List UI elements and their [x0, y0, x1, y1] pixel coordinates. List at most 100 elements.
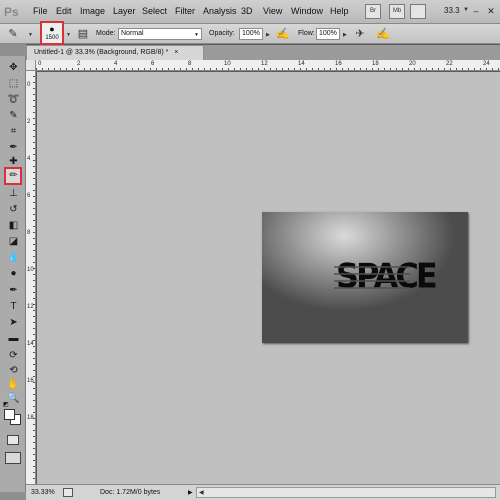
paint-bucket-tool-icon[interactable]: ◪ [5, 235, 22, 249]
ruler-tick-label: 14 [298, 61, 305, 67]
quick-mask-icon[interactable] [7, 435, 19, 445]
close-icon[interactable]: × [174, 49, 178, 56]
dodge-tool-icon[interactable]: ● [5, 267, 22, 281]
document-tab[interactable]: Untitled-1 @ 33.3% (Background, RGB/8) *… [26, 45, 204, 60]
ruler-tick-label: 16 [27, 378, 34, 384]
ruler-tick-label: 18 [27, 415, 34, 421]
menu-3d[interactable]: 3D [241, 6, 253, 16]
ruler-tick-label: 2 [77, 61, 81, 67]
document-profile-icon[interactable] [63, 488, 73, 497]
ruler-tick-label: 12 [261, 61, 268, 67]
flow-field[interactable]: 100% [316, 28, 340, 40]
extras-icon[interactable] [410, 4, 426, 19]
brush-size-value: 1500 [45, 35, 59, 41]
photoshop-logo: Ps [4, 5, 19, 19]
menu-select[interactable]: Select [142, 6, 167, 16]
toolbox-header[interactable] [0, 44, 26, 56]
menu-file[interactable]: File [33, 6, 48, 16]
ruler-tick-label: 12 [27, 304, 34, 310]
vertical-ruler[interactable] [26, 71, 36, 484]
opacity-field[interactable]: 100% [239, 28, 263, 40]
clone-stamp-tool-icon[interactable]: ⊥ [5, 187, 22, 201]
default-colors-icon[interactable]: ◩ [3, 402, 10, 409]
zoom-level-readout[interactable]: 33.3 [444, 6, 460, 15]
ruler-tick-label: 4 [27, 156, 31, 162]
ruler-tick-label: 10 [27, 267, 34, 273]
history-brush-tool-icon[interactable]: ↺ [5, 203, 22, 217]
ruler-tick-label: 0 [38, 61, 42, 67]
chevron-down-icon[interactable]: ▼ [66, 32, 71, 38]
chevron-right-icon[interactable]: ▶ [266, 32, 270, 38]
menu-bar: Ps File Edit Image Layer Select Filter A… [0, 0, 500, 24]
ruler-tick-label: 8 [27, 230, 31, 236]
opacity-label: Opacity: [209, 30, 235, 37]
menu-help[interactable]: Help [330, 6, 349, 16]
ruler-tick-label: 6 [151, 61, 155, 67]
airbrush-icon[interactable]: ✈ [353, 27, 367, 41]
ruler-tick-label: 2 [27, 119, 31, 125]
status-doc-size: Doc: 1.72M/0 bytes [100, 489, 161, 496]
shape-tool-icon[interactable]: ▬ [5, 332, 22, 346]
marquee-tool-icon[interactable]: ⬚ [5, 77, 22, 91]
type-tool-icon[interactable]: T [5, 300, 22, 314]
eraser-tool-icon[interactable]: ◧ [5, 219, 22, 233]
ruler-tick-label: 0 [27, 82, 31, 88]
ruler-tick-label: 4 [114, 61, 118, 67]
document-tab-title: Untitled-1 @ 33.3% (Background, RGB/8) * [34, 49, 169, 56]
pen-tool-icon[interactable]: ✒ [5, 284, 22, 298]
menu-layer[interactable]: Layer [113, 6, 136, 16]
quick-select-tool-icon[interactable]: ✎ [5, 109, 22, 123]
toolbox-footer [0, 492, 26, 500]
ruler-tick-label: 16 [335, 61, 342, 67]
crop-tool-icon[interactable]: ⌗ [5, 125, 22, 139]
chevron-down-icon[interactable]: ▼ [28, 32, 33, 38]
brush-tool-icon[interactable]: ✏ [5, 169, 22, 183]
3d-rotate-tool-icon[interactable]: ⟳ [5, 349, 22, 363]
ruler-tick-label: 22 [446, 61, 453, 67]
ruler-tick-label: 6 [27, 193, 31, 199]
mini-bridge-icon[interactable]: Mb [389, 4, 405, 19]
menu-image[interactable]: Image [80, 6, 105, 16]
menu-edit[interactable]: Edit [56, 6, 72, 16]
toolbox: ✥ ⬚ ➰ ✎ ⌗ ✒ ✚ ✏ ⊥ ↺ ◧ ◪ 💧 ● ✒ T ➤ ▬ ⟳ ⟲ … [0, 44, 26, 500]
mode-select[interactable]: Normal [118, 28, 202, 40]
eyedropper-tool-icon[interactable]: ✒ [5, 141, 22, 155]
bridge-icon[interactable]: Br [365, 4, 381, 19]
status-zoom-field[interactable]: 33.33% [31, 489, 55, 496]
chevron-down-icon[interactable]: ▼ [194, 32, 199, 38]
chevron-right-icon[interactable]: ▶ [343, 32, 347, 38]
scroll-left-icon[interactable]: ◀ [199, 488, 204, 498]
chevron-down-icon[interactable]: ▼ [463, 7, 469, 13]
color-swatches: ◩ [3, 402, 25, 426]
chevron-right-icon[interactable]: ▶ [188, 489, 193, 496]
tool-preset-icon[interactable]: ✎ [6, 27, 20, 41]
mode-label: Mode: [96, 30, 116, 37]
screen-mode-icon[interactable] [5, 452, 21, 464]
3d-orbit-tool-icon[interactable]: ⟲ [5, 364, 22, 378]
ruler-tick-label: 20 [409, 61, 416, 67]
lasso-tool-icon[interactable]: ➰ [5, 93, 22, 107]
brush-panel-icon[interactable]: ▤ [76, 27, 90, 41]
horizontal-scrollbar[interactable]: ◀ [196, 487, 496, 498]
horizontal-ruler[interactable] [36, 60, 500, 71]
blur-tool-icon[interactable]: 💧 [5, 251, 22, 265]
minimize-icon[interactable]: – [471, 5, 481, 17]
hand-tool-icon[interactable]: ✋ [5, 378, 22, 392]
move-tool-icon[interactable]: ✥ [5, 61, 22, 75]
path-select-tool-icon[interactable]: ➤ [5, 316, 22, 330]
pressure-size-icon[interactable]: ✍ [376, 27, 390, 41]
menu-window[interactable]: Window [291, 6, 323, 16]
close-icon[interactable]: ✕ [486, 5, 496, 17]
ruler-tick-label: 10 [224, 61, 231, 67]
brush-preset-picker[interactable]: ● 1500 [40, 21, 64, 45]
foreground-color-swatch[interactable] [4, 409, 15, 420]
options-bar: ✎ ▼ ▼ ▤ Mode: Normal ▼ Opacity: 100% ▶ ✍… [0, 24, 500, 44]
document-canvas[interactable]: SPACE [262, 212, 468, 343]
menu-filter[interactable]: Filter [175, 6, 195, 16]
menu-analysis[interactable]: Analysis [203, 6, 237, 16]
ruler-origin[interactable] [26, 60, 36, 71]
menu-view[interactable]: View [263, 6, 282, 16]
status-bar: 33.33% Doc: 1.72M/0 bytes ▶ ◀ [26, 484, 500, 500]
ruler-tick-label: 18 [372, 61, 379, 67]
pressure-opacity-icon[interactable]: ✍ [276, 27, 290, 41]
